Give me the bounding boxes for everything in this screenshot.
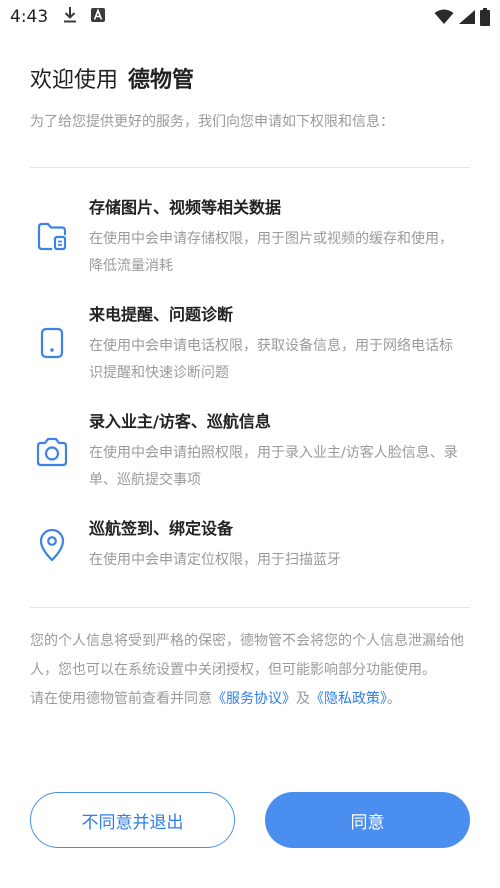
service-agreement-link[interactable]: 《服务协议》 xyxy=(212,691,296,707)
permission-description: 在使用中会申请拍照权限，用于录入业主/访客人脸信息、录单、巡航提交事项 xyxy=(89,445,458,488)
top-divider xyxy=(30,167,470,168)
agreement-period: 。 xyxy=(387,691,401,707)
permission-camera: 录入业主/访客、巡航信息 在使用中会申请拍照权限，用于录入业主/访客人脸信息、录… xyxy=(30,410,470,500)
permission-title: 录入业主/访客、巡航信息 xyxy=(89,412,271,431)
agreement-prefix: 请在使用德物管前查看并同意 xyxy=(30,691,212,707)
agreement-line: 请在使用德物管前查看并同意《服务协议》及《隐私政策》。 xyxy=(30,685,468,714)
status-time: 4:43 xyxy=(10,7,49,27)
welcome-prefix: 欢迎使用 xyxy=(30,68,119,93)
agreement-and: 及 xyxy=(296,691,310,707)
folder-icon xyxy=(30,214,74,258)
disagree-exit-button[interactable]: 不同意并退出 xyxy=(30,792,235,848)
bottom-divider xyxy=(30,607,470,608)
permission-title: 存储图片、视频等相关数据 xyxy=(89,198,282,217)
permission-phone: 来电提醒、问题诊断 在使用中会申请电话权限，获取设备信息，用于网络电话标识提醒和… xyxy=(30,303,470,393)
download-icon xyxy=(62,6,78,28)
permission-title: 巡航签到、绑定设备 xyxy=(89,519,234,538)
permission-description: 在使用中会申请定位权限，用于扫描蓝牙 xyxy=(89,552,341,568)
app-name: 德物管 xyxy=(128,68,195,93)
permission-storage: 存储图片、视频等相关数据 在使用中会申请存储权限，用于图片或视频的缓存和使用，降… xyxy=(30,196,470,286)
location-pin-icon xyxy=(30,523,74,567)
agree-button[interactable]: 同意 xyxy=(265,792,470,848)
wifi-icon xyxy=(434,9,454,25)
permission-location: 巡航签到、绑定设备 在使用中会申请定位权限，用于扫描蓝牙 xyxy=(30,517,470,581)
status-system-icons xyxy=(434,8,490,26)
camera-icon xyxy=(30,430,74,474)
permission-description: 在使用中会申请存储权限，用于图片或视频的缓存和使用，降低流量消耗 xyxy=(89,231,453,274)
permission-title: 来电提醒、问题诊断 xyxy=(89,305,234,324)
permission-description: 在使用中会申请电话权限，获取设备信息，用于网络电话标识提醒和快速诊断问题 xyxy=(89,338,453,381)
font-a-icon xyxy=(90,7,106,27)
status-notification-icons xyxy=(62,6,106,28)
privacy-consent-screen: 4:43 欢迎使用 德物管 为了给您提供更好的服务，我们向您申请如下权限和信息：… xyxy=(0,0,500,888)
privacy-policy-link[interactable]: 《隐私政策》 xyxy=(310,691,387,707)
privacy-paragraph: 您的个人信息将受到严格的保密，德物管不会将您的个人信息泄漏给他人，您也可以在系统… xyxy=(30,633,464,678)
signal-icon xyxy=(458,9,476,25)
privacy-notice: 您的个人信息将受到严格的保密，德物管不会将您的个人信息泄漏给他人，您也可以在系统… xyxy=(30,627,468,714)
permission-intro: 为了给您提供更好的服务，我们向您申请如下权限和信息： xyxy=(30,114,394,130)
status-bar: 4:43 xyxy=(0,0,500,34)
battery-icon xyxy=(480,8,490,26)
welcome-title: 欢迎使用 德物管 xyxy=(30,65,194,97)
phone-icon xyxy=(30,321,74,365)
